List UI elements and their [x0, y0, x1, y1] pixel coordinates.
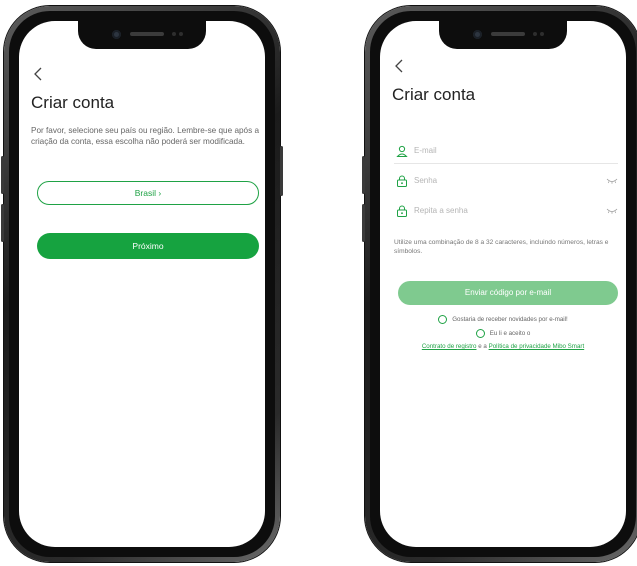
phone-frame-right: Criar conta E-mail Senha Repita a senha …: [362, 6, 637, 562]
terms-links: Contrato de registro e a Política de pri…: [380, 343, 626, 350]
terms-connector: e a: [478, 343, 487, 350]
phone-bezel: Criar conta Por favor, selecione seu paí…: [9, 11, 275, 557]
page-title: Criar conta: [31, 93, 115, 112]
volume-up-button: [1, 156, 4, 194]
email-field[interactable]: E-mail: [394, 143, 618, 164]
registration-contract-link[interactable]: Contrato de registro: [422, 343, 477, 350]
password-hint: Utilize uma combinação de 8 a 32 caracte…: [394, 239, 609, 255]
speaker-grille: [130, 32, 164, 36]
terms-option[interactable]: Eu li e aceito o: [380, 329, 626, 338]
camera-icon: [112, 30, 121, 39]
notch: [439, 21, 567, 49]
newsletter-checkbox[interactable]: [438, 315, 448, 324]
eye-closed-icon[interactable]: [606, 207, 618, 215]
sensor-dot: [540, 32, 544, 36]
password-field[interactable]: Senha: [394, 173, 618, 193]
back-button[interactable]: [394, 57, 404, 77]
country-select-button[interactable]: Brasil ›: [37, 181, 259, 205]
screen-select-country: Criar conta Por favor, selecione seu paí…: [19, 21, 265, 547]
screen-create-account: Criar conta E-mail Senha Repita a senha …: [380, 21, 626, 547]
chevron-left-icon: [395, 59, 403, 73]
sensor-dot: [533, 32, 537, 36]
eye-closed-icon[interactable]: [606, 177, 618, 185]
volume-down-button: [362, 204, 365, 242]
notch: [78, 21, 206, 49]
lock-icon: [397, 205, 407, 217]
phone-frame-left: Criar conta Por favor, selecione seu paí…: [1, 6, 283, 562]
repeat-password-field[interactable]: Repita a senha: [394, 203, 618, 223]
phone-bezel: Criar conta E-mail Senha Repita a senha …: [370, 11, 636, 557]
volume-up-button: [362, 156, 365, 194]
next-button[interactable]: Próximo: [37, 233, 259, 259]
back-button[interactable]: [33, 65, 43, 85]
privacy-policy-link[interactable]: Política de privacidade Mibo Smart: [489, 343, 585, 350]
speaker-grille: [491, 32, 525, 36]
newsletter-label: Gostaria de receber novidades por e-mail…: [452, 316, 568, 324]
send-email-code-button[interactable]: Enviar código por e-mail: [398, 281, 618, 305]
volume-down-button: [1, 204, 4, 242]
power-button: [280, 146, 283, 196]
password-placeholder: Senha: [414, 176, 438, 185]
chevron-left-icon: [34, 67, 42, 81]
repeat-password-placeholder: Repita a senha: [414, 206, 468, 215]
user-icon: [396, 145, 408, 157]
terms-label: Eu li e aceito o: [489, 330, 531, 338]
sensor-dot: [172, 32, 176, 36]
sensor-dot: [179, 32, 183, 36]
email-placeholder: E-mail: [414, 146, 437, 155]
page-title: Criar conta: [392, 85, 476, 104]
lock-icon: [397, 175, 407, 187]
camera-icon: [473, 30, 482, 39]
terms-checkbox[interactable]: [475, 329, 485, 338]
country-description: Por favor, selecione seu país ou região.…: [31, 126, 260, 146]
newsletter-option[interactable]: Gostaria de receber novidades por e-mail…: [380, 315, 626, 324]
